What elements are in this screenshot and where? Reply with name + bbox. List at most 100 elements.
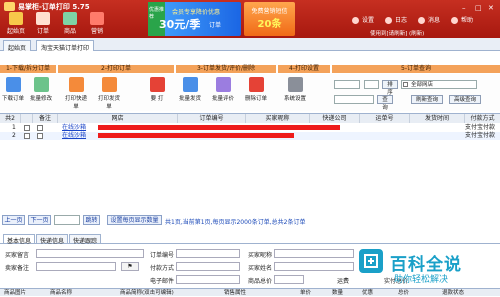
row-shop-link[interactable]: 在线沙箱 [62,132,86,140]
home-icon [9,12,23,25]
sort-button[interactable]: 排序 [382,80,398,96]
system-settings-button[interactable]: 系统设置 [284,77,306,102]
help-link[interactable]: 帮助 [451,15,473,24]
nav-home[interactable]: 起始页 [3,12,29,37]
tab-taobao-print[interactable]: 淘宝天猫订单打印 [36,40,95,52]
delete-orders-button[interactable]: 删除订单 [245,77,267,102]
ship-icon [182,77,198,92]
buyer-msg-label: 买家留言 [5,252,30,259]
grid-total-header: 共2 [0,114,21,123]
goods-table-header: 商品图片 商品名称 商品简称(双击可编辑) 销售属性 单价 数量 优惠 总价 退… [0,288,500,296]
grid-header-tracking[interactable]: 运单号 [360,114,410,123]
buyer-nick-field[interactable] [274,249,354,258]
grid-header-buyer[interactable]: 买家昵称 [246,114,310,123]
message-link[interactable]: 消息 [418,15,440,24]
edit-icon [33,77,49,92]
section-query: 5-订单查询 [332,65,500,73]
promo-banner-vip[interactable]: 优惠推荐 会员专享降价优惠 30元/季 订单 [148,2,241,36]
prev-page-button[interactable]: 上一页 [2,215,25,225]
section-headers: 1-下载/拆分订单 2-打印订单 3-订单发货/评价/删除 4-打印设置 5-订… [0,65,500,73]
order-no-field[interactable] [176,249,240,258]
batch-edit-button[interactable]: 批量修改 [30,77,52,102]
maximize-button[interactable]: □ [475,4,482,12]
promo-banner-sms[interactable]: 免费营销短信 20条 [244,2,295,36]
flag-select[interactable]: ⚑ [121,262,139,271]
download-orders-button[interactable]: 下载订单 [2,77,24,102]
print-invoice-button[interactable]: 打印发货单 [98,77,120,110]
section-ship: 3-订单发货/评价/删除 [176,65,276,73]
goods-total-field[interactable] [274,275,304,284]
filter-select-1[interactable] [334,80,360,89]
redacted-bar [98,125,340,130]
user-status[interactable]: 使用到[请刷新] (刷新) [370,29,424,37]
detail-tabs: 基本信息 快递信息 快递跟踪 [0,232,500,245]
batch-ship-button[interactable]: 批量发货 [179,77,201,102]
page-input[interactable] [54,215,80,225]
email-field[interactable] [176,275,240,284]
query-button[interactable]: 查询 [377,95,393,111]
row-note-checkbox[interactable] [37,125,43,131]
per-page-button[interactable]: 设置每页显示数量 [107,215,162,225]
grid-header-payment[interactable]: 付款方式 [465,114,500,123]
trash-icon [248,77,264,92]
table-row[interactable]: 2 在线沙箱 支付宝付款 [0,132,500,140]
redacted-bar [98,133,294,138]
tab-express-track[interactable]: 快递跟踪 [69,234,102,245]
tab-start[interactable]: 起始页 [3,40,32,52]
query-input[interactable] [334,95,374,104]
settings-link[interactable]: 设置 [352,15,374,24]
print-required-button[interactable]: 要 打 [146,77,168,102]
next-page-button[interactable]: 下一页 [28,215,51,225]
buyer-name-field[interactable] [274,262,354,271]
row-checkbox[interactable] [24,125,30,131]
nav-marketing[interactable]: 营销 [84,12,110,37]
grid-header-shop[interactable]: 网店 [58,114,178,123]
app-title: 易掌柜-订单打印 5.75 [18,3,90,11]
row-checkbox[interactable] [24,133,30,139]
nav-orders[interactable]: 订单 [30,12,56,37]
close-button[interactable]: ✕ [488,4,494,12]
row-shop-link[interactable]: 在线沙箱 [62,124,86,132]
minimize-button[interactable]: – [462,4,466,12]
help-icon [451,17,458,24]
gear-icon [352,17,359,24]
seller-note-label: 卖家备注 [5,265,30,272]
watermark-logo-icon [359,249,383,273]
table-row[interactable]: 1 在线沙箱 支付宝付款 [0,124,500,132]
filter-select-2[interactable] [364,80,379,89]
goods-total-label: 商品总价 [248,278,273,285]
grid-check-header[interactable] [21,114,33,123]
refresh-query-button[interactable]: 刷新查询 [411,95,443,104]
seller-note-field[interactable] [36,262,116,271]
row-num: 2 [12,132,16,139]
buyer-nick-label: 买家昵称 [248,252,273,259]
grid-header-courier[interactable]: 快递公司 [310,114,360,123]
watermark-subtitle: 助你轻松解决 [394,275,449,285]
review-icon [215,77,231,92]
grid-header-order-no[interactable]: 订单编号 [178,114,246,123]
row-note-checkbox[interactable] [37,133,43,139]
print-express-button[interactable]: 打印快递单 [65,77,87,110]
pay-method-label: 付款方式 [150,265,175,272]
freight-label: 运费 [337,278,350,285]
tab-express-info[interactable]: 快递信息 [36,234,69,245]
advanced-query-button[interactable]: 高级查询 [449,95,481,104]
row-num: 1 [12,124,16,131]
shop-select[interactable]: 全部网店 [401,80,477,89]
order-grid: 共2 备注 网店 订单编号 买家昵称 快递公司 运单号 发货时间 付款方式 1 … [0,113,500,203]
grid-header-note[interactable]: 备注 [33,114,58,123]
batch-review-button[interactable]: 批量评价 [212,77,234,102]
log-link[interactable]: 日志 [385,15,407,24]
title-bar: 易掌柜-订单打印 5.75 起始页 订单 商品 营销 优惠推荐 会员专享降价优惠… [0,0,500,38]
marketing-icon [90,12,104,25]
nav-goods[interactable]: 商品 [57,12,83,37]
row-payment: 支付宝付款 [465,132,496,139]
grid-header-ship-time[interactable]: 发货时间 [410,114,465,123]
pay-method-field[interactable] [176,262,240,271]
jump-button[interactable]: 跳转 [83,215,100,225]
watermark: 百科全说 助你轻松解决 [358,248,488,286]
print-icon [101,77,117,92]
tab-basic-info[interactable]: 基本信息 [3,234,36,245]
app-logo-icon [4,2,15,11]
buyer-msg-field[interactable] [36,249,144,258]
